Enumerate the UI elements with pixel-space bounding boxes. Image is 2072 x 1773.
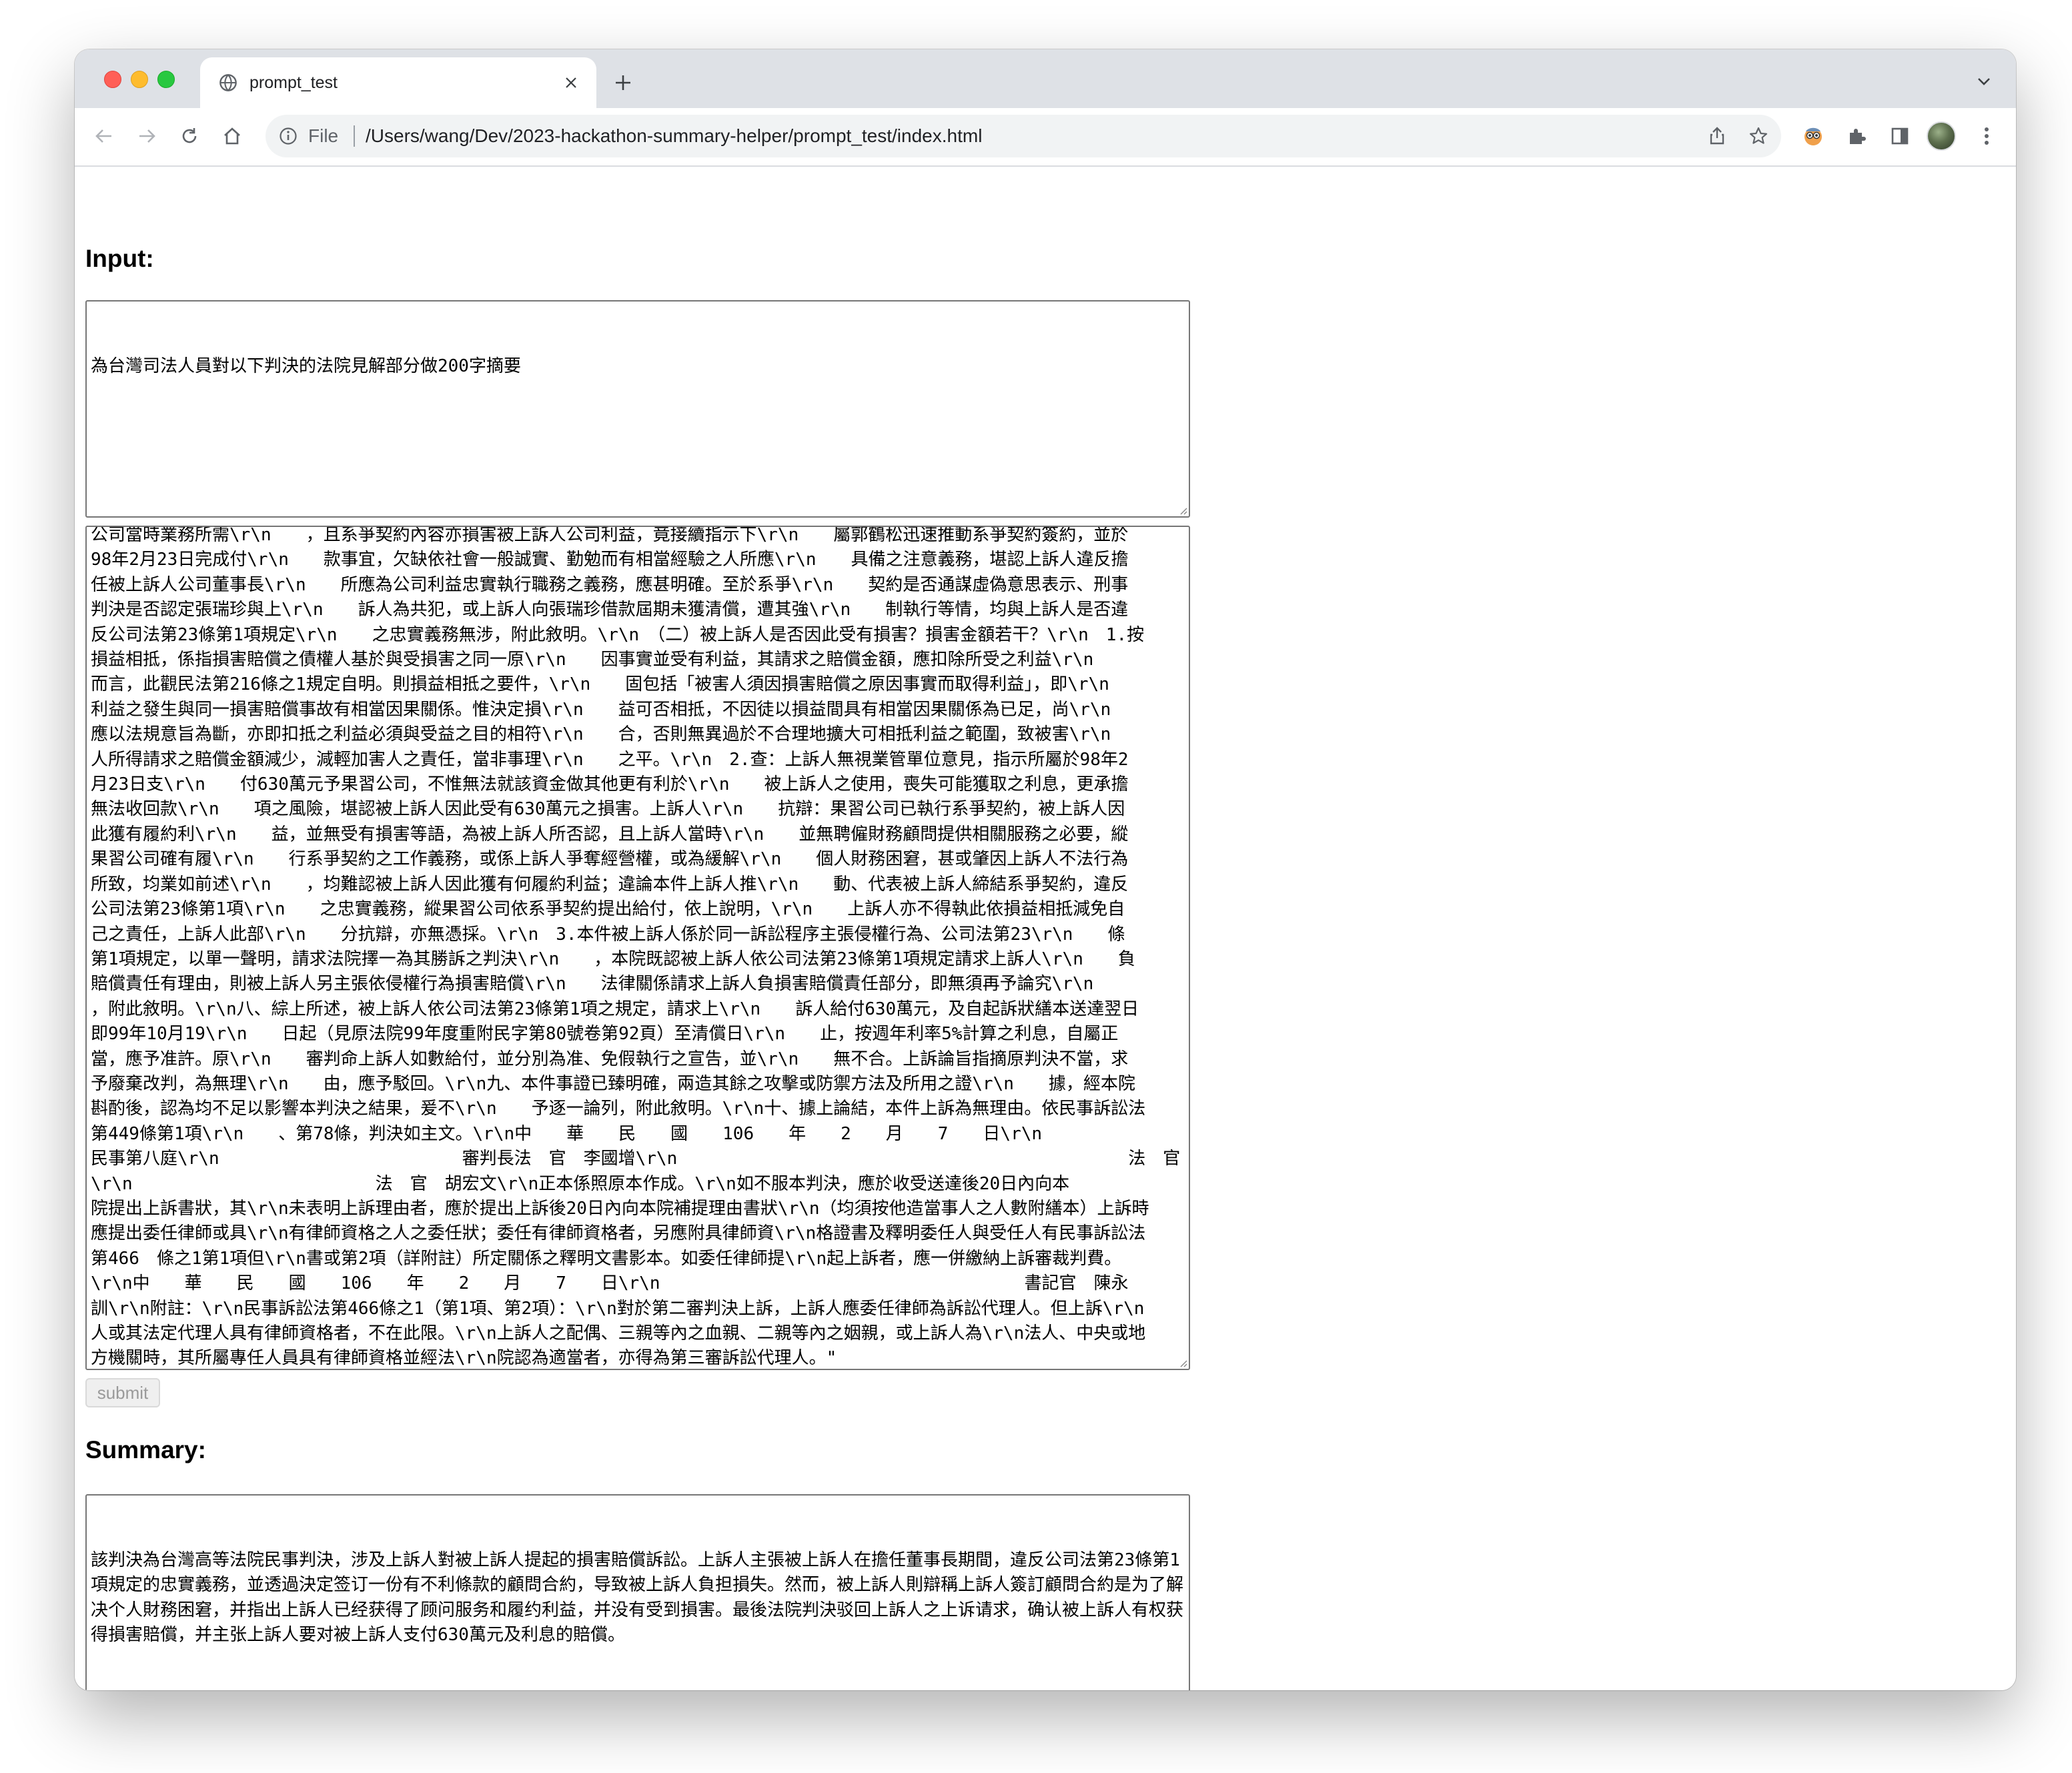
maximize-window-button[interactable] [157, 71, 175, 88]
judgment-line: 應提出委任律師或具\r\n有律師資格之人之委任狀；委任有律師資格者，另應附具律師… [91, 1223, 1146, 1244]
resize-grip-icon[interactable] [1177, 504, 1187, 515]
judgment-line: 月23日支\r\n 付630萬元予果習公司，不惟無法就該資金做其他更有利於\r\… [91, 774, 1129, 795]
summary-textarea[interactable]: 該判決為台灣高等法院民事判決，涉及上訴人對被上訴人提起的損害賠償訴訟。上訴人主張… [85, 1494, 1190, 1690]
summary-heading: Summary: [85, 1436, 206, 1463]
judgment-line: 損益相抵，係指損害賠償之債權人基於與受損害之同一原\r\n 因事實並受有利益，其… [91, 650, 1094, 670]
judgment-line: 己之責任，上訴人此部\r\n 分抗辯，亦無憑採。\r\n 3.本件被上訴人係於同… [91, 924, 1125, 945]
share-icon[interactable] [1705, 124, 1729, 148]
judgment-line: 人所得請求之賠償金額減少，減輕加害人之責任，當非事理\r\n 之平。\r\n 2… [91, 749, 1129, 770]
judgment-textarea[interactable]: 公司當時業務所需\r\n ，且系爭契約內容亦損害被上訴人公司利益，竟接續指示下\… [85, 526, 1190, 1370]
globe-icon [219, 73, 237, 92]
judgment-text: 公司當時業務所需\r\n ，且系爭契約內容亦損害被上訴人公司利益，竟接續指示下\… [91, 526, 1185, 1369]
judgment-line: 方機關時，其所屬專任人員具有律師資格並經法\r\n院認為適當者，亦得為第三審訴訟… [91, 1348, 837, 1369]
judgment-line: 無法收回款\r\n 項之風險，堪認被上訴人因此受有630萬元之損害。上訴人\r\… [91, 799, 1125, 820]
address-scheme-label: File [308, 125, 339, 146]
reload-icon[interactable] [175, 121, 204, 151]
prompt-text: 為台灣司法人員對以下判決的法院見解部分做200字摘要 [91, 356, 521, 376]
judgment-line: 判決是否認定張瑞珍與上\r\n 訴人為共犯，或上訴人向張瑞珍借款屆期未獲清償，遭… [91, 600, 1129, 620]
judgment-line: 賠償責任有理由，則被上訴人另主張依侵權行為損害賠償\r\n 法律關係請求上訴人負… [91, 974, 1094, 995]
tab-close-icon[interactable] [559, 71, 583, 95]
browser-window: prompt_test File /Users/wang/Dev/2023-ha… [75, 49, 2016, 1690]
address-url[interactable]: /Users/wang/Dev/2023-hackathon-summary-h… [366, 124, 982, 148]
judgment-line: 第1項規定，以單一聲明，請求法院擇一為其勝訴之判決\r\n ，本院既認被上訴人依… [91, 949, 1135, 969]
address-bar[interactable]: File /Users/wang/Dev/2023-hackathon-summ… [266, 115, 1781, 157]
judgment-line: 當，應予准許。原\r\n 審判命上訴人如數給付，並分別為准、免假執行之宣告，並\… [91, 1049, 1129, 1069]
home-icon[interactable] [217, 121, 247, 151]
tab-strip: prompt_test [75, 49, 2016, 108]
close-window-button[interactable] [104, 71, 121, 88]
judgment-line: 反公司法第23條第1項規定\r\n 之忠實義務無涉，附此敘明。\r\n （二）被… [91, 624, 1145, 645]
judgment-line: 訓\r\n附註：\r\n民事訴訟法第466條之1（第1項、第2項）：\r\n對於… [91, 1298, 1145, 1319]
judgment-line: 民事第八庭\r\n 審判長法 官 李國增\r\n 法 官 王幸華 [91, 1149, 1185, 1169]
judgment-line: \r\n 法 官 胡宏文\r\n正本係照原本作成。\r\n如不服本判決，應於收受… [91, 1173, 1070, 1194]
side-panel-icon[interactable] [1885, 121, 1915, 151]
new-tab-plus-icon[interactable] [608, 68, 638, 97]
tab-title: prompt_test [249, 73, 338, 92]
submit-button[interactable]: submit [85, 1378, 160, 1407]
judgment-line: 人或其法定代理人具有律師資格者，不在此限。\r\n上訴人之配偶、三親等內之血親、… [91, 1323, 1146, 1343]
judgment-line: 第449條第1項\r\n 、第78條，判決如主文。\r\n中 華 民 國 106… [91, 1123, 1043, 1144]
input-heading: Input: [85, 245, 154, 272]
judgment-line: 第466 條之1第1項但\r\n書或第2項（詳附註）所定關係之釋明文書影本。如委… [91, 1248, 1122, 1269]
tab-search-chevron-down-icon[interactable] [1972, 69, 1996, 93]
judgment-line: 公司法第23條第1項\r\n 之忠實義務，縱果習公司依系爭契約提出給付，依上說明… [91, 899, 1125, 920]
address-separator [354, 125, 355, 147]
browser-toolbar: File /Users/wang/Dev/2023-hackathon-summ… [75, 108, 2016, 167]
info-icon[interactable] [279, 127, 298, 145]
page-content: Input: 為台灣司法人員對以下判決的法院見解部分做200字摘要 公司當時業務… [75, 167, 2016, 1690]
back-arrow-icon[interactable] [89, 121, 119, 151]
judgment-line: 予廢棄改判，為無理\r\n 由，應予駁回。\r\n九、本件事證已臻明確，兩造其餘… [91, 1073, 1135, 1094]
extension-face-icon[interactable] [1798, 121, 1828, 151]
profile-avatar[interactable] [1927, 121, 1956, 151]
judgment-line: 而言，此觀民法第216條之1規定自明。則損益相抵之要件，\r\n 固包括「被害人… [91, 674, 1109, 695]
judgment-line: 此獲有履約利\r\n 益，並無受有損害等語，為被上訴人所否認，且上訴人當時\r\… [91, 824, 1129, 844]
summary-text: 該判決為台灣高等法院民事判決，涉及上訴人對被上訴人提起的損害賠償訴訟。上訴人主張… [91, 1550, 1184, 1646]
prompt-textarea[interactable]: 為台灣司法人員對以下判決的法院見解部分做200字摘要 [85, 300, 1190, 518]
judgment-line: 斟酌後，認為均不足以影響本判決之結果，爰不\r\n 予逐一論列，附此敘明。\r\… [91, 1099, 1146, 1119]
judgment-line: 應以法規意旨為斷，亦即扣抵之利益必須與受益之目的相符\r\n 合，否則無異過於不… [91, 724, 1111, 745]
judgment-line: 利益之發生與同一損害賠償事故有相當因果關係。惟決定損\r\n 益可否相抵，不因徒… [91, 699, 1111, 720]
more-vertical-icon[interactable] [1972, 121, 2001, 151]
minimize-window-button[interactable] [131, 71, 148, 88]
judgment-line: \r\n中 華 民 國 106 年 2 月 7 日\r\n 書記官 陳永 [91, 1273, 1129, 1294]
browser-tab-active[interactable]: prompt_test [200, 57, 596, 108]
judgment-line: 公司當時業務所需\r\n ，且系爭契約內容亦損害被上訴人公司利益，竟接續指示下\… [91, 526, 1129, 545]
forward-arrow-icon[interactable] [132, 121, 161, 151]
judgment-line: 所致，均業如前述\r\n ，均難認被上訴人因此獲有何履約利益；違論本件上訴人推\… [91, 874, 1129, 895]
judgment-line: 即99年10月19\r\n 日起（見原法院99年度重附民字第80號卷第92頁）至… [91, 1024, 1119, 1045]
judgment-line: 院提出上訴書狀，其\r\n未表明上訴理由者，應於提出上訴後20日內向本院補提理由… [91, 1198, 1149, 1219]
judgment-line: 98年2月23日完成付\r\n 款事宜，欠缺依社會一般誠實、勤勉而有相當經驗之人… [91, 550, 1129, 570]
extensions-puzzle-icon[interactable] [1843, 121, 1872, 151]
bookmark-star-icon[interactable] [1746, 124, 1770, 148]
judgment-line: 果習公司確有履\r\n 行系爭契約之工作義務，或係上訴人爭奪經營權，或為緩解\r… [91, 849, 1129, 870]
judgment-line: 任被上訴人公司董事長\r\n 所應為公司利益忠實執行職務之義務，應甚明確。至於系… [91, 574, 1129, 595]
judgment-line: ，附此敘明。\r\n八、綜上所述，被上訴人依公司法第23條第1項之規定，請求上\… [91, 999, 1139, 1019]
resize-grip-icon[interactable] [1177, 1357, 1187, 1367]
